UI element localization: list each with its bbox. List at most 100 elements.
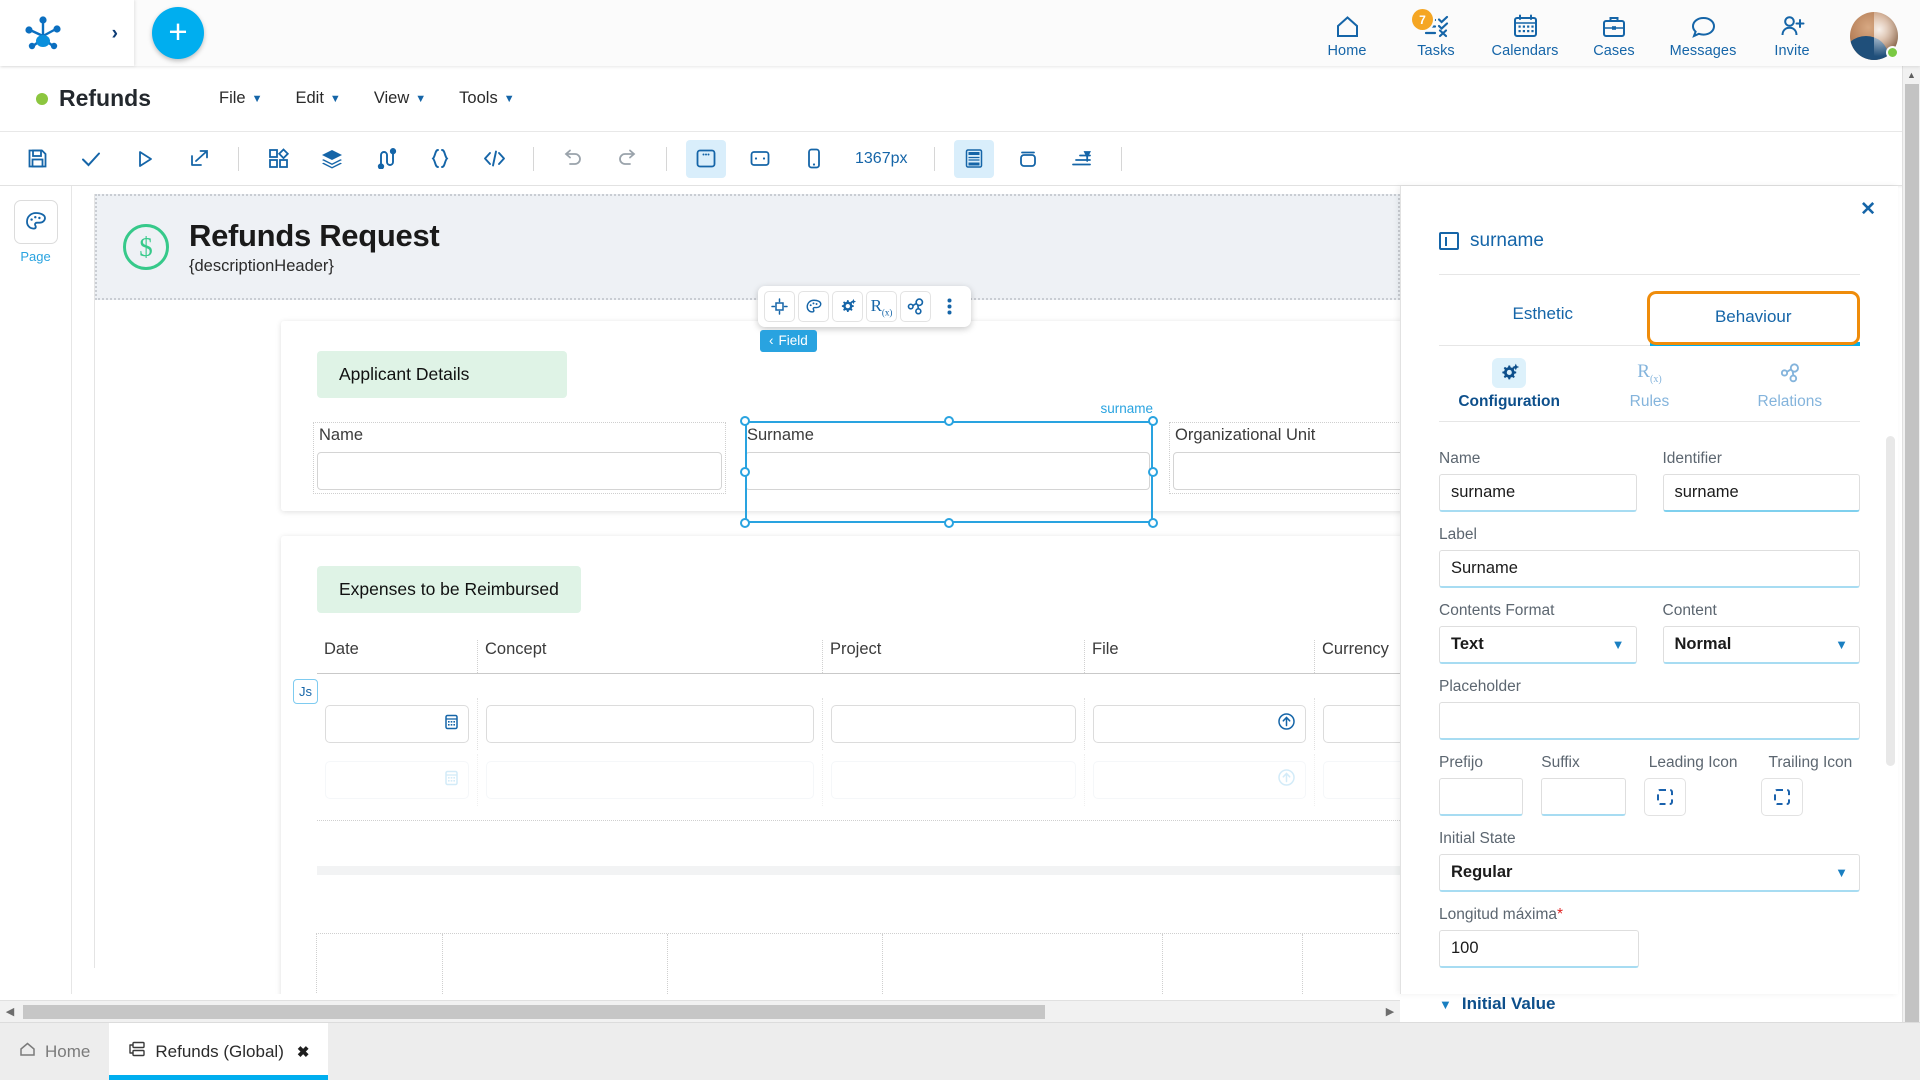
table-row[interactable] [317,754,1400,806]
currency-input[interactable] [1323,705,1400,743]
initial-state-select[interactable]: Regular ▼ [1439,854,1860,892]
field-organizational-unit[interactable]: Organizational Unit [1169,422,1400,494]
cell-currency[interactable] [1314,754,1400,806]
cell-date[interactable] [317,754,477,806]
move-component-button[interactable] [764,291,795,322]
file-upload-input[interactable] [1093,705,1306,743]
validate-button[interactable] [71,140,111,178]
concept-input[interactable] [486,761,814,799]
rail-item-page[interactable] [13,200,58,244]
nav-item-calendars[interactable]: Calendars [1492,11,1558,66]
menu-file[interactable]: File ▼ [219,89,262,108]
window-vertical-scrollbar[interactable]: ▲ ▼ [1902,66,1920,1080]
nav-item-tasks[interactable]: 7 Tasks [1405,9,1467,66]
field-input[interactable] [317,452,722,490]
align-button[interactable] [1062,140,1102,178]
leading-icon-picker[interactable] [1643,778,1686,816]
rules-icon[interactable]: R(x) [866,291,897,322]
tab-behaviour[interactable]: Behaviour [1646,291,1860,345]
expenses-card[interactable]: Expenses to be Reimbursed Date Concept P… [281,536,1400,994]
nav-item-home[interactable]: Home [1316,11,1378,66]
identifier-input[interactable]: surname [1662,474,1860,512]
subtab-configuration[interactable]: Configuration [1439,358,1579,411]
cell-concept[interactable] [477,698,822,750]
taskbar-item-refunds[interactable]: Refunds (Global) ✖ [109,1023,329,1080]
source-code-button[interactable] [474,140,514,178]
upload-icon[interactable] [1277,712,1296,736]
panel-scrollbar-thumb[interactable] [1886,436,1895,766]
table-row[interactable] [317,698,1400,750]
desktop-view-button[interactable] [686,139,726,178]
variables-button[interactable] [420,140,460,178]
field-input[interactable] [1173,452,1400,490]
resize-handle-tl[interactable] [740,416,750,426]
add-new-button[interactable]: + [152,7,204,59]
save-button[interactable] [17,140,57,178]
nav-item-messages[interactable]: Messages [1670,11,1736,66]
redo-button[interactable] [607,140,647,178]
menu-edit[interactable]: Edit ▼ [295,89,340,108]
resize-handle-ml[interactable] [740,467,750,477]
canvas-width-value[interactable]: 1367px [855,150,908,168]
relations-icon[interactable] [900,291,931,322]
layers-button[interactable] [312,140,352,178]
resize-handle-bc[interactable] [944,518,954,528]
applicant-details-card[interactable]: Applicant Details Name Surname surname O… [281,321,1400,528]
date-input[interactable] [325,705,469,743]
esthetic-palette-icon[interactable] [798,291,829,322]
more-vert-icon[interactable] [934,291,965,322]
upload-icon[interactable] [1277,768,1296,792]
scroll-left-icon[interactable]: ◀ [0,1005,20,1018]
scroll-thumb[interactable] [1905,84,1919,1034]
menu-tools[interactable]: Tools ▼ [459,89,514,108]
mobile-view-button[interactable] [794,140,834,178]
form-header-block[interactable]: $ Refunds Request {descriptionHeader} [95,194,1400,300]
subtab-rules[interactable]: R(x) Rules [1579,358,1719,411]
resize-handle-tr[interactable] [1148,416,1158,426]
placeholder-input[interactable] [1439,702,1860,740]
calendar-icon[interactable] [444,713,459,735]
taskbar-item-home[interactable]: Home [0,1023,109,1080]
scroll-up-icon[interactable]: ▲ [1903,66,1920,83]
cell-currency[interactable] [1314,698,1400,750]
component-type-tag[interactable]: ‹ Field [760,330,817,352]
concept-input[interactable] [486,705,814,743]
date-input[interactable] [325,761,469,799]
file-upload-input[interactable] [1093,761,1306,799]
cell-project[interactable] [822,698,1084,750]
chevron-right-icon[interactable]: › [112,24,118,43]
nav-item-cases[interactable]: Cases [1583,11,1645,66]
resize-handle-mr[interactable] [1148,467,1158,477]
run-button[interactable] [125,140,165,178]
deyel-logo-icon[interactable] [24,16,62,50]
menu-view[interactable]: View ▼ [374,89,426,108]
js-rule-badge[interactable]: Js [293,679,318,704]
label-input[interactable]: Surname [1439,550,1860,588]
resize-handle-tc[interactable] [944,416,954,426]
calendar-icon[interactable] [444,769,459,791]
suffix-input[interactable] [1541,778,1626,816]
form-view-button[interactable] [953,139,994,178]
form-design-canvas[interactable]: $ Refunds Request {descriptionHeader} Ap… [72,186,1400,994]
card-view-button[interactable] [1008,140,1048,178]
cell-date[interactable] [317,698,477,750]
project-input[interactable] [831,705,1076,743]
cell-file[interactable] [1084,698,1314,750]
project-input[interactable] [831,761,1076,799]
avatar[interactable] [1850,12,1899,60]
content-select[interactable]: Normal ▼ [1662,626,1860,664]
empty-grid-row[interactable] [316,933,1400,994]
cell-file[interactable] [1084,754,1314,806]
scroll-thumb[interactable] [23,1004,1045,1019]
currency-input[interactable] [1323,761,1400,799]
gear-plus-icon[interactable] [832,291,863,322]
components-button[interactable] [258,140,298,178]
trailing-icon-picker[interactable] [1760,778,1803,816]
field-name[interactable]: Name [313,422,726,494]
close-icon[interactable]: ✖ [297,1043,310,1061]
resize-handle-br[interactable] [1148,518,1158,528]
tablet-view-button[interactable] [740,140,780,178]
canvas-horizontal-scrollbar[interactable]: ◀ ▶ [0,1000,1400,1022]
max-length-input[interactable]: 100 [1439,930,1639,968]
resize-handle-bl[interactable] [740,518,750,528]
